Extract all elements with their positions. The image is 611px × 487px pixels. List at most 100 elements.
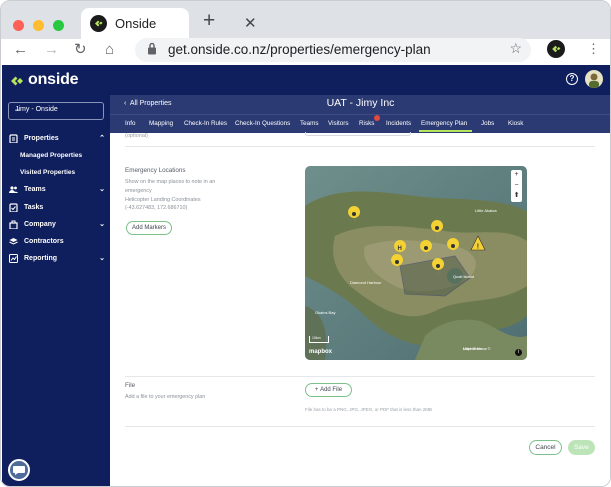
window-close-button[interactable] xyxy=(13,20,24,31)
tab-title: Onside xyxy=(115,16,157,31)
checklist-icon xyxy=(9,203,18,212)
emergency-locations-title: Emergency Locations xyxy=(125,167,186,174)
home-icon[interactable]: ⌂ xyxy=(105,42,114,57)
tab-info[interactable]: Info xyxy=(125,120,136,127)
cancel-button[interactable]: Cancel xyxy=(529,440,562,455)
satellite-map-image: Little Akaloa Diamond Harbour Quail Isla… xyxy=(305,166,527,360)
browser-toolbar: ← → ↻ ⌂ get.onside.co.nz/properties/emer… xyxy=(1,38,610,65)
map-label-little-akaloa: Little Akaloa xyxy=(475,208,497,213)
tab-check-in-rules[interactable]: Check-In Rules xyxy=(184,120,227,127)
users-icon xyxy=(9,186,18,193)
reload-icon[interactable]: ↻ xyxy=(74,42,87,57)
main-content: ‹ All Properties UAT - Jimy Inc Info Map… xyxy=(110,95,610,486)
address-bar[interactable]: get.onside.co.nz/properties/emergency-pl… xyxy=(135,38,531,62)
sidebar-item-tasks[interactable]: Tasks xyxy=(9,203,105,217)
svg-text:H: H xyxy=(398,246,402,252)
lock-icon xyxy=(148,42,156,55)
sidebar-item-label: Company xyxy=(24,221,56,228)
back-arrow-icon[interactable]: ← xyxy=(13,42,28,57)
emergency-locations-description: Show on the map places to note in an eme… xyxy=(125,179,216,194)
chevron-up-icon: ⌃ xyxy=(99,135,105,142)
sidebar-item-reporting[interactable]: Reporting ⌄ xyxy=(9,254,105,268)
risks-alert-badge xyxy=(374,115,380,121)
browser-tab-bar: Onside ✕ + xyxy=(1,1,610,39)
company-icon xyxy=(9,220,18,229)
zoom-out-button[interactable]: − xyxy=(511,181,522,192)
new-tab-button[interactable]: + xyxy=(203,10,215,31)
tab-check-in-questions[interactable]: Check-In Questions xyxy=(235,120,290,127)
tab-incidents[interactable]: Incidents xyxy=(386,120,411,127)
section-divider xyxy=(125,376,595,377)
sidebar-item-label: Reporting xyxy=(24,255,58,262)
browser-window: Onside ✕ + ← → ↻ ⌂ get.onside.co.nz/prop… xyxy=(0,0,611,487)
user-avatar[interactable] xyxy=(585,70,603,88)
add-markers-button[interactable]: Add Markers xyxy=(126,221,172,235)
sidebar-item-label: Properties xyxy=(24,135,59,142)
map-zoom-controls: + − ⬆ xyxy=(511,170,522,202)
organisation-select[interactable]: Jimy - Onside ⌄ xyxy=(8,102,104,120)
property-header: ‹ All Properties UAT - Jimy Inc xyxy=(110,95,610,114)
url-text: get.onside.co.nz/properties/emergency-pl… xyxy=(168,42,431,57)
tab-jobs[interactable]: Jobs xyxy=(481,120,494,127)
sidebar-item-label: Tasks xyxy=(24,204,44,211)
app-header: onside ? xyxy=(2,65,610,95)
property-title: UAT - Jimy Inc xyxy=(326,97,395,109)
window-minimize-button[interactable] xyxy=(33,20,44,31)
add-file-button[interactable]: + Add File xyxy=(305,383,352,397)
tab-kiosk[interactable]: Kiosk xyxy=(508,120,523,127)
sidebar-item-company[interactable]: Company ⌄ xyxy=(9,220,105,234)
map-info-icon[interactable]: i xyxy=(515,349,522,356)
onside-favicon-icon xyxy=(90,15,107,32)
sidebar-item-label: Contractors xyxy=(24,238,64,245)
sidebar-item-label: Teams xyxy=(24,186,46,193)
chat-bubble-icon xyxy=(13,466,25,475)
tab-teams[interactable]: Teams xyxy=(300,120,319,127)
optional-label: (optional) xyxy=(125,133,148,139)
property-tabs: Info Mapping Check-In Rules Check-In Que… xyxy=(110,114,610,133)
sidebar-subitem-managed-properties[interactable]: Managed Properties xyxy=(20,152,82,159)
tab-visitors[interactable]: Visitors xyxy=(328,120,349,127)
mapbox-logo[interactable]: mapbox xyxy=(309,349,332,355)
sidebar-item-properties[interactable]: Properties ⌃ xyxy=(9,134,105,148)
tab-mapping[interactable]: Mapping xyxy=(149,120,173,127)
clipboard-icon xyxy=(9,134,18,143)
plus-icon: + xyxy=(314,387,319,393)
map-label-okains-bay: Okains Bay xyxy=(315,310,335,315)
chart-icon xyxy=(9,254,18,263)
sidebar: Jimy - Onside ⌄ Properties ⌃ Managed Pro… xyxy=(2,95,110,486)
chat-support-button[interactable] xyxy=(8,459,30,481)
section-divider xyxy=(125,426,595,427)
notes-input[interactable] xyxy=(305,132,411,136)
window-maximize-button[interactable] xyxy=(53,20,64,31)
help-icon[interactable]: ? xyxy=(566,73,578,85)
sidebar-item-teams[interactable]: Teams ⌄ xyxy=(9,185,105,199)
sidebar-subitem-visited-properties[interactable]: Visited Properties xyxy=(20,169,75,176)
chevron-down-icon: ⌄ xyxy=(99,255,105,262)
file-section-title: File xyxy=(125,382,136,389)
chevron-down-icon: ⌄ xyxy=(99,221,105,228)
save-button[interactable]: Save xyxy=(568,440,595,455)
forward-arrow-icon[interactable]: → xyxy=(44,42,59,57)
map-label-quail-island: Quail Island xyxy=(453,274,474,279)
map-label-diamond-harbour: Diamond Harbour xyxy=(350,280,382,285)
file-type-hint: File has to be a PNG, JPG, JPEG, or PDF … xyxy=(305,407,433,412)
app-logo-text[interactable]: onside xyxy=(28,71,79,89)
map-scale-bar: 10km xyxy=(309,336,329,343)
active-tab-indicator xyxy=(419,130,472,132)
compass-button[interactable]: ⬆ xyxy=(511,191,522,202)
bookmark-star-icon[interactable]: ☆ xyxy=(509,40,522,57)
tab-emergency-plan[interactable]: Emergency Plan xyxy=(421,120,467,127)
file-section-description: Add a file to your emergency plan xyxy=(125,394,206,400)
sidebar-item-contractors[interactable]: Contractors xyxy=(9,237,105,251)
onside-extension-icon[interactable] xyxy=(547,40,565,58)
map-attribution[interactable]: Mapbox Maxar © xyxy=(463,347,490,351)
layers-icon xyxy=(9,238,18,245)
chevron-down-icon: ⌄ xyxy=(99,186,105,193)
emergency-map[interactable]: Little Akaloa Diamond Harbour Quail Isla… xyxy=(305,166,527,360)
browser-tab[interactable]: Onside ✕ xyxy=(81,8,257,39)
zoom-in-button[interactable]: + xyxy=(511,170,522,181)
chevron-down-icon: ⌄ xyxy=(15,106,21,113)
tab-close-icon[interactable]: ✕ xyxy=(244,14,257,32)
browser-menu-icon[interactable]: ⋮ xyxy=(587,41,600,57)
tab-risks[interactable]: Risks xyxy=(359,120,374,127)
